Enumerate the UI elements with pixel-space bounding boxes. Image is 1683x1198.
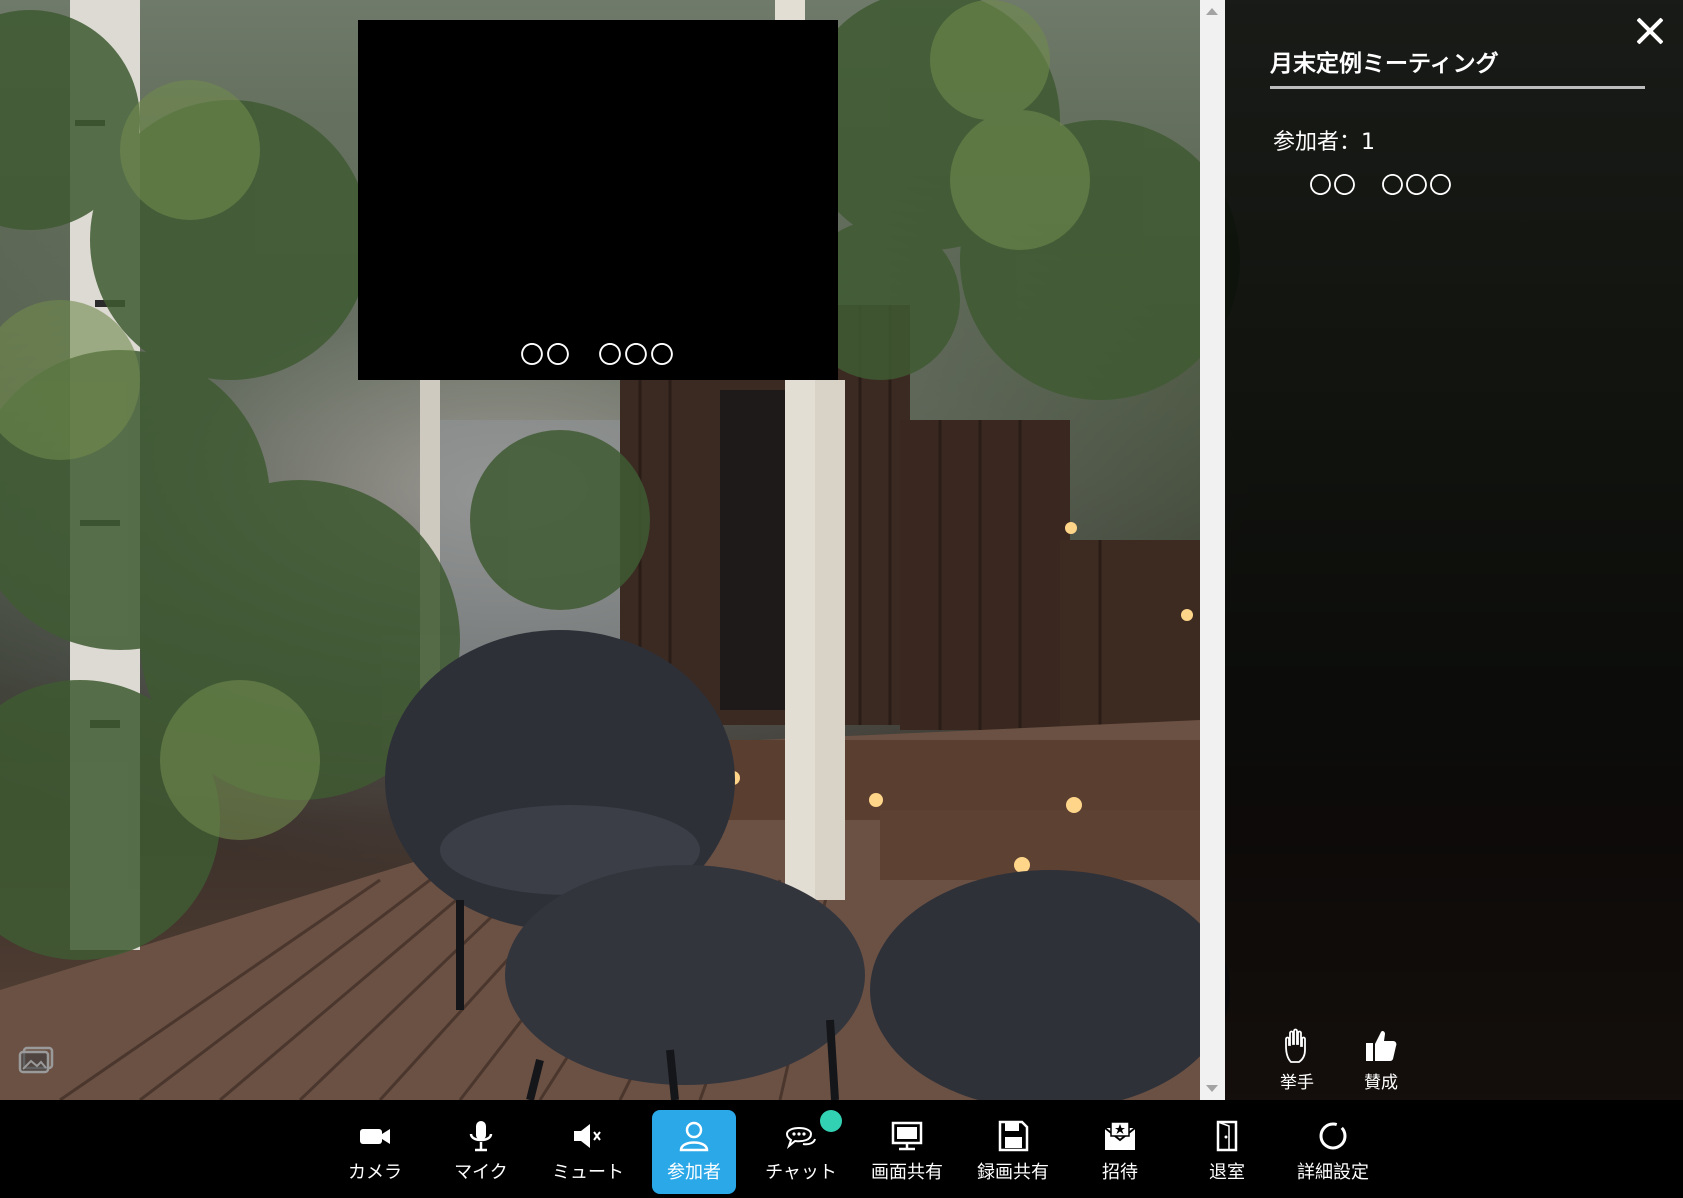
mute-label: ミュート: [552, 1162, 624, 1183]
raise-hand-label: 挙手: [1280, 1073, 1314, 1093]
person-icon: [679, 1121, 709, 1152]
invite-label: 招待: [1102, 1162, 1138, 1183]
agree-label: 賛成: [1364, 1073, 1398, 1093]
record-share-label: 録画共有: [977, 1162, 1049, 1183]
scroll-up-arrow-icon[interactable]: [1206, 8, 1218, 15]
chat-notification-badge: [820, 1110, 842, 1132]
leave-button[interactable]: 退室: [1183, 1110, 1271, 1194]
scroll-down-arrow-icon[interactable]: [1206, 1085, 1218, 1092]
background-change-icon[interactable]: [18, 1046, 54, 1074]
participants-button[interactable]: 参加者: [652, 1110, 736, 1194]
screen-share-label: 画面共有: [871, 1162, 943, 1183]
participants-panel: 月末定例ミーティング 参加者：1 〇〇 〇〇〇: [1225, 0, 1683, 1100]
self-video-tile[interactable]: 〇〇 〇〇〇: [358, 20, 838, 380]
video-camera-icon: [360, 1129, 390, 1144]
door-exit-icon: [1216, 1120, 1238, 1152]
speaker-mute-icon: [574, 1124, 601, 1148]
mute-button[interactable]: ミュート: [544, 1110, 632, 1194]
raise-hand-button[interactable]: 挙手: [1267, 1028, 1327, 1093]
settings-label: 詳細設定: [1297, 1162, 1369, 1183]
mic-button[interactable]: マイク: [437, 1110, 525, 1194]
camera-label: カメラ: [348, 1162, 402, 1183]
mic-label: マイク: [454, 1162, 508, 1183]
close-icon[interactable]: [1633, 14, 1667, 48]
chat-bubble-icon: [785, 1127, 816, 1150]
chat-label: チャット: [765, 1162, 837, 1183]
invitation-envelope-icon: [1104, 1121, 1136, 1150]
raise-hand-icon: [1285, 1028, 1306, 1063]
self-video-name: 〇〇 〇〇〇: [520, 341, 676, 369]
microphone-icon: [469, 1121, 493, 1152]
agree-button[interactable]: 賛成: [1351, 1028, 1411, 1093]
participant-list-item: 〇〇 〇〇〇: [1309, 173, 1453, 199]
record-share-button[interactable]: 録画共有: [969, 1110, 1057, 1194]
monitor-icon: [891, 1121, 923, 1151]
camera-button[interactable]: カメラ: [331, 1110, 419, 1194]
meeting-toolbar: カメラ マイク ミュート 参加者 チャット 画面共有 録画共有 招待 退室 詳細…: [0, 1100, 1683, 1198]
vertical-scrollbar[interactable]: [1200, 0, 1225, 1100]
settings-ring-icon: [1319, 1122, 1347, 1150]
meeting-title: 月末定例ミーティング: [1270, 44, 1645, 89]
settings-button[interactable]: 詳細設定: [1289, 1110, 1377, 1194]
video-stage: 〇〇 〇〇〇: [0, 0, 1200, 1100]
save-disk-icon: [998, 1120, 1029, 1152]
screen-share-button[interactable]: 画面共有: [863, 1110, 951, 1194]
leave-label: 退室: [1209, 1162, 1245, 1183]
invite-button[interactable]: 招待: [1076, 1110, 1164, 1194]
thumbs-up-icon: [1366, 1030, 1397, 1061]
participants-label: 参加者: [667, 1162, 721, 1183]
participants-count: 参加者：1: [1273, 130, 1375, 155]
